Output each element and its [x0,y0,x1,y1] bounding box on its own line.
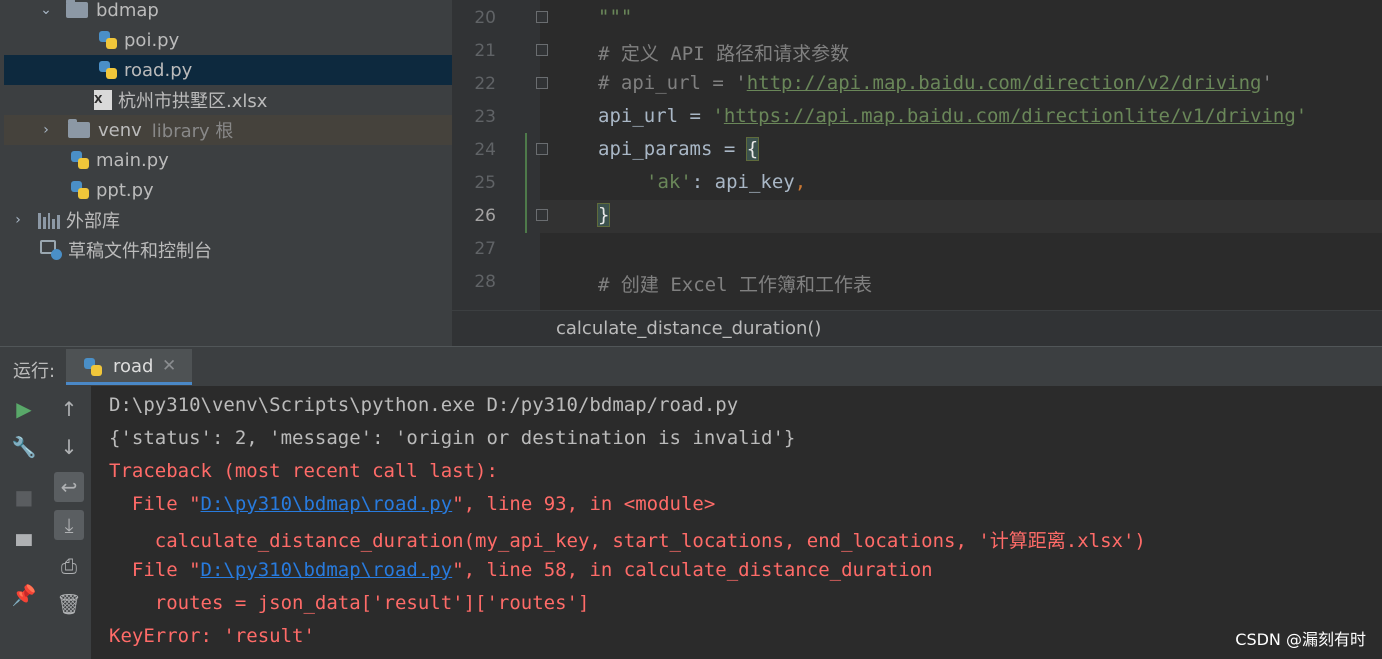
current-line-highlight [540,200,1382,233]
file-link[interactable]: D:\py310\bdmap\road.py [201,493,453,515]
line-number: 23 [474,107,496,127]
code-editor[interactable]: 20 21 22 23 24 25 26 27 28 """ # 定义 API … [452,0,1382,310]
fold-marker-icon[interactable] [536,11,548,23]
code-line-26: } [596,203,611,227]
code-line-21: # 定义 API 路径和请求参数 [598,43,850,65]
code-line-28: # 创建 Excel 工作簿和工作表 [598,274,872,296]
python-file-icon [83,357,103,377]
tree-item-label: road.py [124,59,193,81]
traceback-code-2: routes = json_data['result']['routes'] [109,592,590,614]
layout-icon[interactable]: ▀ [9,531,39,561]
project-tree: ⌄ bdmap poi.py road.py X 杭州市拱墅区.xlsx › v… [0,0,452,346]
chevron-down-icon[interactable]: ⌄ [38,2,54,18]
play-icon[interactable]: ▶ [9,394,39,424]
tree-item-label: poi.py [124,29,180,51]
tree-item-label: 外部库 [66,211,120,232]
code-line-24: api_params = { [598,137,760,161]
code-line-23: api_url = 'https://api.map.baidu.com/dir… [598,105,1308,127]
folder-icon [66,0,88,18]
code-line-25: 'ak': api_key, [646,171,807,193]
python-file-icon [70,180,90,200]
tree-item-xlsx[interactable]: X 杭州市拱墅区.xlsx [4,85,452,115]
breadcrumb-function[interactable]: calculate_distance_duration() [556,318,821,339]
matched-brace: } [596,203,611,227]
tree-item-label: main.py [96,149,169,171]
tree-item-venv[interactable]: › venv library 根 [4,115,452,145]
print-icon[interactable]: ⎙ [54,551,84,581]
code-line-22: # api_url = 'http://api.map.baidu.com/di… [598,72,1273,94]
traceback-frame-1: File "D:\py310\bdmap\road.py", line 93, … [109,493,716,515]
traceback-header: Traceback (most recent call last): [109,460,498,482]
excel-file-icon: X [94,90,112,110]
line-number: 22 [474,74,496,94]
chevron-right-icon[interactable]: › [10,212,26,228]
soft-wrap-icon[interactable]: ↩ [54,472,84,502]
scratch-icon [40,240,62,260]
tree-item-label: bdmap [96,0,159,21]
up-arrow-icon[interactable]: ↑ [54,394,84,424]
line-number: 28 [474,272,496,292]
library-root-hint: library 根 [151,121,234,142]
stop-icon[interactable]: ■ [9,482,39,512]
fold-marker-icon[interactable] [536,143,548,155]
run-tab-road[interactable]: road ✕ [66,349,192,385]
run-label: 运行: [13,361,56,382]
run-toolbar-secondary: ↑ ↓ ↩ ⤓ ⎙ 🗑 [46,386,91,659]
pin-icon[interactable]: 📌 [9,580,39,610]
tree-item-label: ppt.py [96,179,154,201]
line-number: 20 [474,8,496,28]
traceback-frame-2: File "D:\py310\bdmap\road.py", line 58, … [109,559,933,581]
traceback-code-1: calculate_distance_duration(my_api_key, … [109,530,1146,552]
run-console[interactable]: D:\py310\venv\Scripts\python.exe D:/py31… [91,386,1382,659]
code-line-20: """ [598,6,633,28]
editor-breadcrumb[interactable]: calculate_distance_duration() [452,310,1382,347]
api-url-link[interactable]: https://api.map.baidu.com/directionlite/… [724,105,1296,127]
trash-icon[interactable]: 🗑 [54,589,84,619]
matched-brace: { [745,137,760,161]
error-message: KeyError: 'result' [109,625,315,647]
tree-item-label: venv [98,119,142,141]
folder-icon [68,119,90,138]
tree-item-ppt[interactable]: ppt.py [4,175,452,205]
line-number: 25 [474,173,496,193]
tree-item-external-libraries[interactable]: › 外部库 [4,205,452,235]
line-number: 24 [474,140,496,160]
tree-item-label: 草稿文件和控制台 [68,241,212,262]
watermark: CSDN @漏刻有时 [1235,630,1366,649]
tree-item-main[interactable]: main.py [4,145,452,175]
fold-marker-icon[interactable] [536,77,548,89]
fold-marker-icon[interactable] [536,44,548,56]
tree-item-scratches[interactable]: 草稿文件和控制台 [4,235,452,265]
line-number: 27 [474,239,496,259]
library-icon [38,211,60,229]
chevron-right-icon[interactable]: › [38,122,54,138]
scroll-to-end-icon[interactable]: ⤓ [54,510,84,540]
fold-marker-icon[interactable] [536,209,548,221]
wrench-icon[interactable]: 🔧 [9,432,39,462]
tree-item-bdmap[interactable]: ⌄ bdmap [4,0,452,25]
tree-item-label: 杭州市拱墅区.xlsx [118,91,268,112]
console-response: {'status': 2, 'message': 'origin or dest… [109,427,796,449]
tree-item-poi[interactable]: poi.py [4,25,452,55]
line-number: 21 [474,41,496,61]
run-tab-label: road [113,356,154,377]
python-file-icon [98,30,118,50]
console-command: D:\py310\venv\Scripts\python.exe D:/py31… [109,394,739,416]
run-toolbar-primary: ▶ 🔧 ■ ▀ 📌 [0,386,47,659]
python-file-icon [98,60,118,80]
line-number-current: 26 [474,206,496,226]
python-file-icon [70,150,90,170]
comment-url-link[interactable]: http://api.map.baidu.com/direction/v2/dr… [747,72,1262,94]
tree-item-road[interactable]: road.py [4,55,452,85]
file-link[interactable]: D:\py310\bdmap\road.py [201,559,453,581]
down-arrow-icon[interactable]: ↓ [54,432,84,462]
vcs-change-marker [525,133,527,233]
close-icon[interactable]: ✕ [162,356,176,376]
run-toolwindow-header: 运行: road ✕ [0,346,1382,387]
